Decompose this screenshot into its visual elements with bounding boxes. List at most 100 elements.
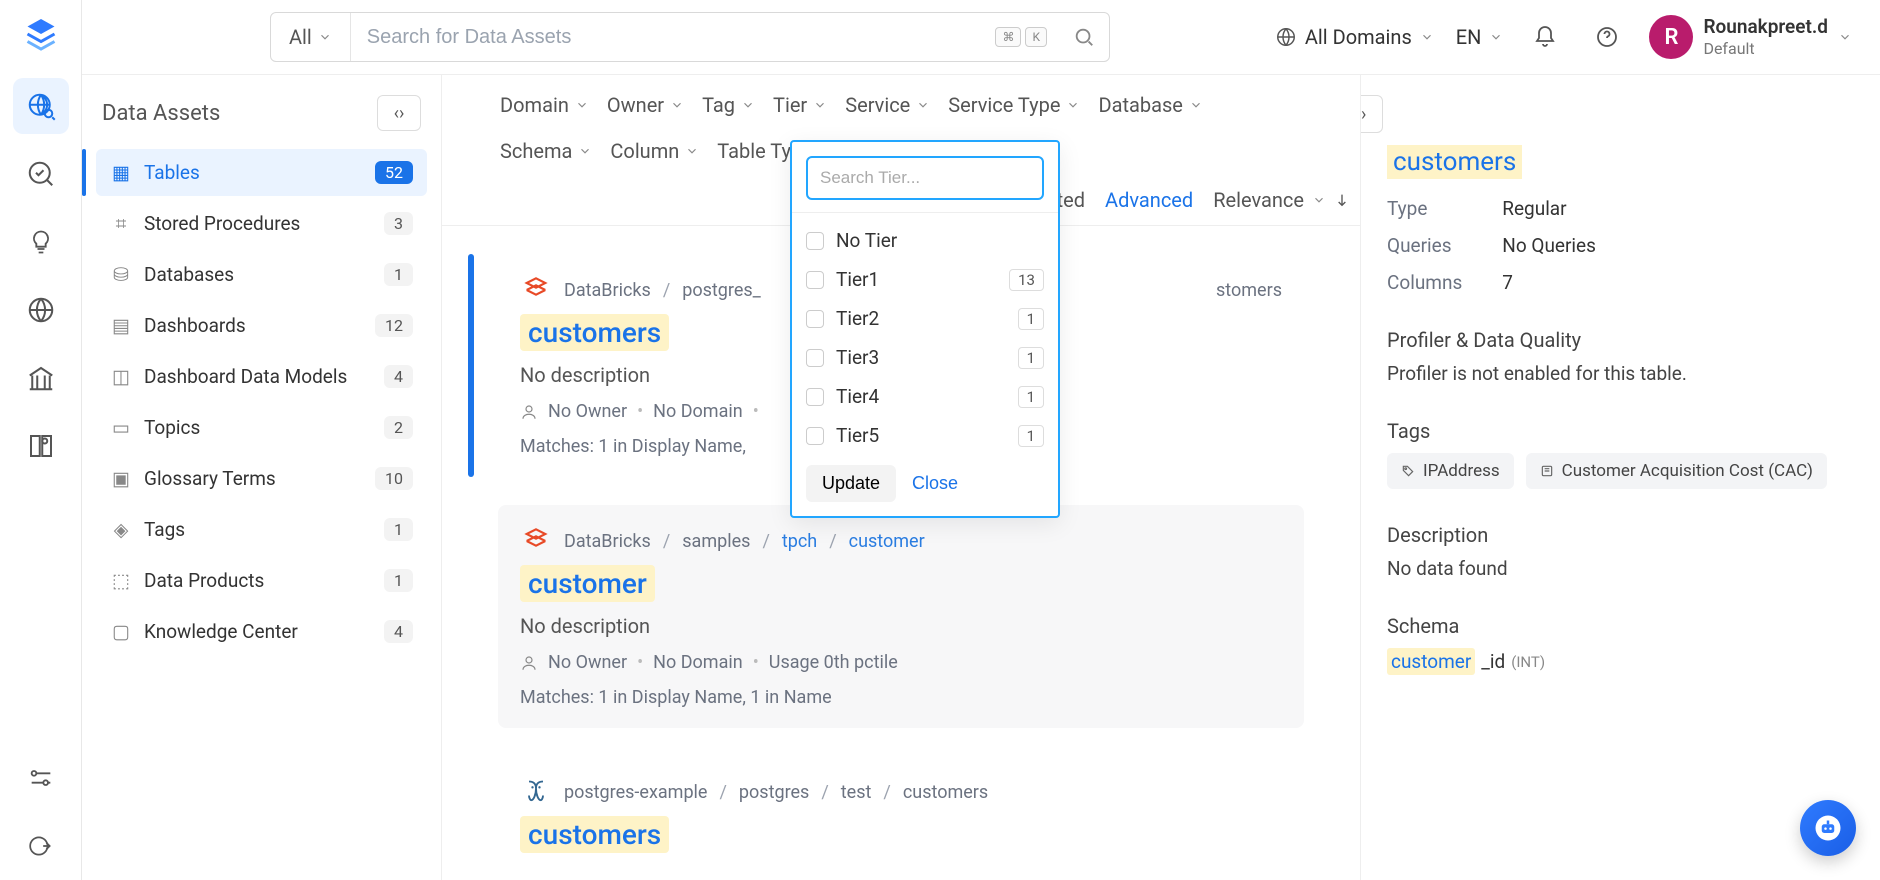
- language-dropdown[interactable]: EN: [1456, 25, 1504, 49]
- breadcrumb-tail: stomers: [1216, 280, 1282, 301]
- kv-key: Queries: [1387, 234, 1462, 257]
- search-icon[interactable]: [1059, 26, 1109, 48]
- sidebar-item[interactable]: ▣ Glossary Terms 10: [96, 455, 427, 502]
- profiler-body: Profiler is not enabled for this table.: [1387, 362, 1854, 385]
- filter-dropdown[interactable]: Service: [841, 87, 934, 123]
- user-name: Rounakpreet.d: [1703, 16, 1828, 39]
- sidebar-item-count: 2: [384, 416, 413, 439]
- filter-dropdown[interactable]: Tag: [698, 87, 759, 123]
- schema-heading: Schema: [1387, 614, 1854, 638]
- result-domain: No Domain: [653, 401, 743, 422]
- tier-option[interactable]: Tier3 1: [806, 338, 1044, 377]
- tier-option-count: 13: [1009, 269, 1044, 291]
- sidebar-item-count: 3: [384, 212, 413, 235]
- chat-assistant-button[interactable]: [1800, 800, 1856, 856]
- chevron-down-icon: [670, 98, 684, 112]
- sidebar-item[interactable]: ▦ Tables 52: [96, 149, 427, 196]
- result-title[interactable]: customer: [520, 565, 655, 602]
- advanced-link[interactable]: Advanced: [1105, 188, 1193, 212]
- globe-icon: [1275, 26, 1297, 48]
- tier-option-label: Tier4: [836, 385, 879, 408]
- notifications-icon[interactable]: [1525, 17, 1565, 57]
- sidebar-item-label: Data Products: [144, 569, 264, 592]
- breadcrumb-part[interactable]: DataBricks: [564, 531, 651, 552]
- result-owner: No Owner: [548, 401, 627, 422]
- tag-chip[interactable]: Customer Acquisition Cost (CAC): [1526, 453, 1827, 489]
- rail-insight-icon[interactable]: [13, 214, 69, 270]
- breadcrumb-part[interactable]: test: [841, 782, 872, 803]
- breadcrumb-part[interactable]: DataBricks: [564, 280, 651, 301]
- tier-option[interactable]: No Tier: [806, 221, 1044, 260]
- breadcrumb-part[interactable]: postgres_: [682, 280, 761, 301]
- profiler-heading: Profiler & Data Quality: [1387, 328, 1854, 352]
- tier-option[interactable]: Tier4 1: [806, 377, 1044, 416]
- filter-dropdown[interactable]: Schema: [496, 133, 596, 169]
- schema-column[interactable]: customer_id (INT): [1387, 648, 1545, 675]
- rail-glossary-icon[interactable]: [13, 418, 69, 474]
- result-card[interactable]: postgres-example / postgres / test / cus…: [498, 756, 1304, 873]
- sidebar-item[interactable]: ⌗ Stored Procedures 3: [96, 200, 427, 247]
- postgres-icon: [520, 776, 552, 808]
- rail-explore-icon[interactable]: [13, 78, 69, 134]
- sidebar-item[interactable]: ◫ Dashboard Data Models 4: [96, 353, 427, 400]
- rail-logout-icon[interactable]: [13, 818, 69, 874]
- user-menu[interactable]: R Rounakpreet.d Default: [1649, 15, 1852, 59]
- chevron-down-icon: [1066, 98, 1080, 112]
- search-scope-dropdown[interactable]: All: [271, 13, 351, 61]
- domains-dropdown[interactable]: All Domains: [1275, 25, 1434, 49]
- breadcrumb-part[interactable]: customers: [903, 782, 988, 803]
- sidebar-collapse-toggle[interactable]: ‹›: [377, 95, 421, 131]
- help-icon[interactable]: [1587, 17, 1627, 57]
- breadcrumb-part[interactable]: tpch: [782, 531, 817, 552]
- rail-observe-icon[interactable]: [13, 146, 69, 202]
- result-card[interactable]: DataBricks / samples / tpch / customer c…: [498, 505, 1304, 728]
- sidebar-item-count: 12: [375, 314, 413, 337]
- tier-option[interactable]: Tier1 13: [806, 260, 1044, 299]
- sort-desc-icon: [1334, 192, 1350, 208]
- checkbox[interactable]: [806, 427, 824, 445]
- filter-dropdown[interactable]: Service Type: [944, 87, 1084, 123]
- sidebar-item[interactable]: ▢ Knowledge Center 4: [96, 608, 427, 655]
- tier-update-button[interactable]: Update: [806, 465, 896, 502]
- filter-dropdown[interactable]: Column: [606, 133, 703, 169]
- checkbox[interactable]: [806, 271, 824, 289]
- description-heading: Description: [1387, 523, 1854, 547]
- result-matches: Matches: 1 in Display Name, 1 in Name: [520, 687, 1282, 708]
- checkbox[interactable]: [806, 349, 824, 367]
- filter-dropdown[interactable]: Database: [1094, 87, 1206, 123]
- sidebar-item[interactable]: ⛁ Databases 1: [96, 251, 427, 298]
- tier-close-button[interactable]: Close: [912, 473, 958, 494]
- result-title[interactable]: customers: [520, 816, 669, 853]
- checkbox[interactable]: [806, 232, 824, 250]
- breadcrumb-part[interactable]: samples: [682, 531, 750, 552]
- breadcrumb-part[interactable]: postgres: [739, 782, 809, 803]
- rail-settings-icon[interactable]: [13, 750, 69, 806]
- avatar: R: [1649, 15, 1693, 59]
- tier-option[interactable]: Tier2 1: [806, 299, 1044, 338]
- result-title[interactable]: customers: [520, 314, 669, 351]
- sidebar-item-label: Knowledge Center: [144, 620, 298, 643]
- app-logo[interactable]: [17, 10, 65, 58]
- sidebar-item-icon: ▦: [110, 162, 132, 184]
- sidebar-item-count: 10: [375, 467, 413, 490]
- sidebar-item[interactable]: ⬚ Data Products 1: [96, 557, 427, 604]
- sidebar-item[interactable]: ▭ Topics 2: [96, 404, 427, 451]
- checkbox[interactable]: [806, 388, 824, 406]
- sidebar-item[interactable]: ▤ Dashboards 12: [96, 302, 427, 349]
- detail-collapse-toggle[interactable]: ‹›: [1360, 95, 1383, 133]
- tier-search-input[interactable]: [806, 156, 1044, 200]
- filter-dropdown[interactable]: Tier: [769, 87, 831, 123]
- filter-dropdown[interactable]: Domain: [496, 87, 593, 123]
- breadcrumb-part[interactable]: postgres-example: [564, 782, 707, 803]
- sort-dropdown[interactable]: Relevance: [1213, 188, 1350, 212]
- breadcrumb-part[interactable]: customer: [849, 531, 925, 552]
- search-input[interactable]: [351, 26, 996, 49]
- sidebar-item-count: 1: [384, 569, 413, 592]
- filter-dropdown[interactable]: Owner: [603, 87, 688, 123]
- tier-option[interactable]: Tier5 1: [806, 416, 1044, 455]
- checkbox[interactable]: [806, 310, 824, 328]
- rail-govern-icon[interactable]: [13, 350, 69, 406]
- tag-chip[interactable]: IPAddress: [1387, 453, 1514, 489]
- sidebar-item[interactable]: ◈ Tags 1: [96, 506, 427, 553]
- rail-domain-icon[interactable]: [13, 282, 69, 338]
